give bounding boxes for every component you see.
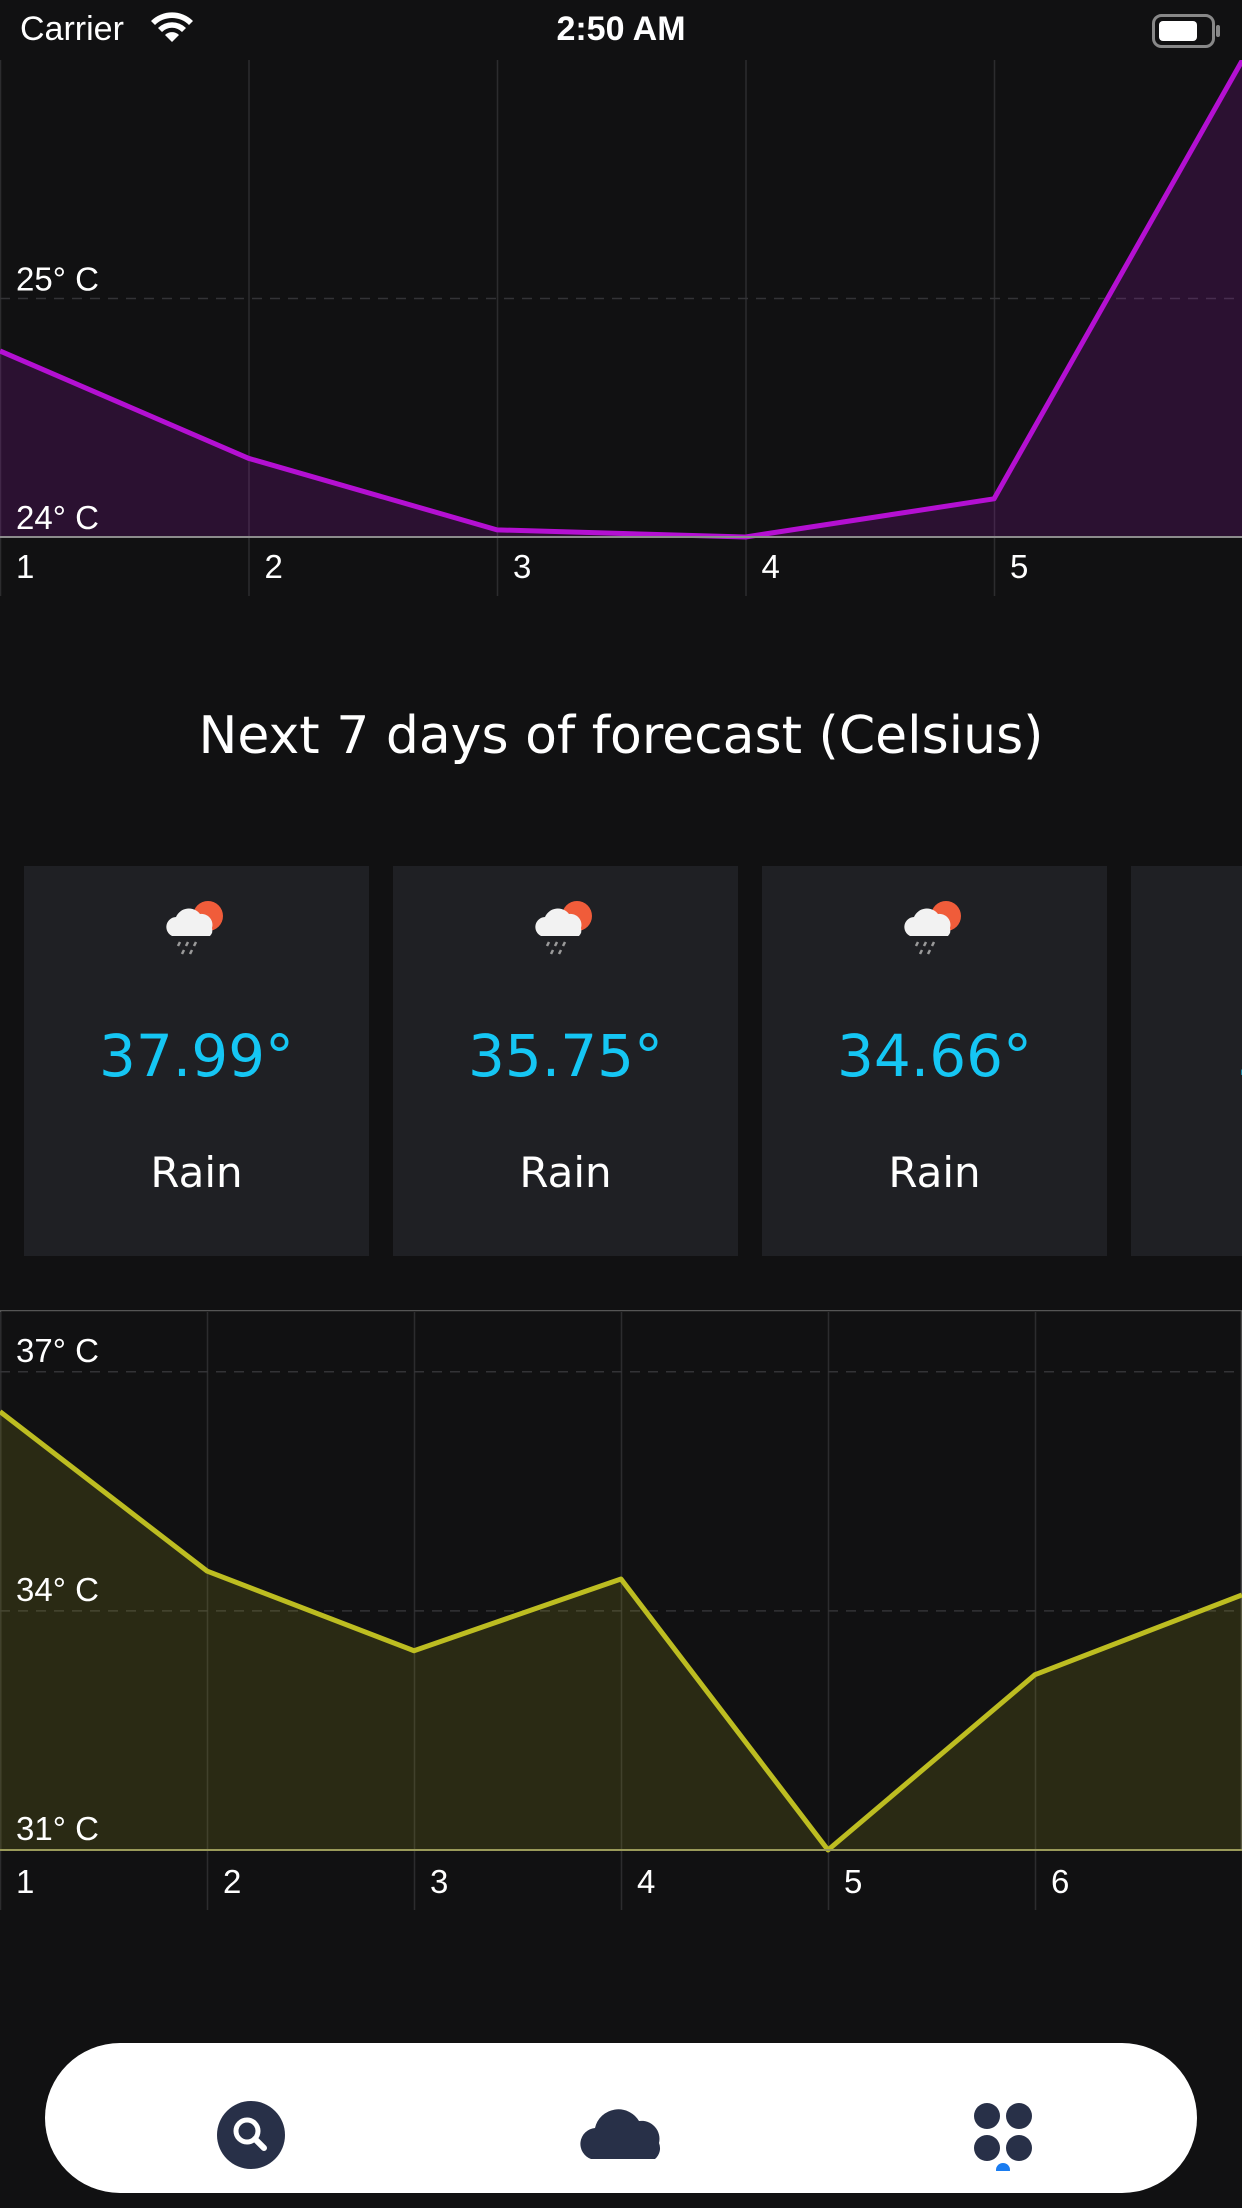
forecast-condition: Rain xyxy=(150,1148,243,1197)
search-icon xyxy=(217,2101,285,2169)
x-tick-label: 3 xyxy=(430,1863,448,1900)
x-tick-label: 1 xyxy=(16,548,34,585)
y-tick-label: 34° C xyxy=(16,1571,99,1608)
forecast-temp: 35.75° xyxy=(467,1022,664,1090)
forecast-card[interactable]: 37.99° Rain xyxy=(24,866,369,1256)
battery-icon xyxy=(1152,14,1222,53)
forecast-cards[interactable]: 37.99° Rain 35.75° Rain 34.66° Rain 3 xyxy=(0,866,1242,1256)
tab-more[interactable] xyxy=(953,2071,1053,2177)
cloud-rain-sun-icon xyxy=(160,894,230,963)
forecast-card[interactable]: 35.75° Rain xyxy=(393,866,738,1256)
tab-search[interactable] xyxy=(201,2071,301,2171)
daily-temperature-chart-svg: 31° C 34° C 37° C 1 2 3 4 5 6 xyxy=(0,1310,1242,1910)
forecast-card[interactable]: 3 xyxy=(1131,866,1242,1256)
y-tick-label: 31° C xyxy=(16,1810,99,1847)
hourly-temperature-chart: 24° C 25° C 1 2 3 4 5 xyxy=(0,60,1242,600)
y-tick-label: 25° C xyxy=(16,261,99,298)
dots-grid-icon xyxy=(974,2103,1032,2177)
forecast-title: Next 7 days of forecast (Celsius) xyxy=(198,706,1044,766)
cloud-icon xyxy=(580,2109,661,2159)
cloud-rain-sun-icon xyxy=(529,894,599,963)
status-bar: Carrier 2:50 AM xyxy=(0,0,1242,60)
cloud-rain-sun-icon xyxy=(898,894,968,963)
x-tick-label: 4 xyxy=(762,548,780,585)
forecast-temp: 37.99° xyxy=(98,1022,295,1090)
x-tick-label: 1 xyxy=(16,1863,34,1900)
active-indicator-dot xyxy=(996,2163,1010,2177)
x-tick-label: 4 xyxy=(637,1863,655,1900)
status-time: 2:50 AM xyxy=(556,10,686,48)
tab-bar xyxy=(45,2043,1197,2193)
forecast-card[interactable]: 34.66° Rain xyxy=(762,866,1107,1256)
hourly-temperature-chart-svg: 24° C 25° C 1 2 3 4 5 xyxy=(0,60,1242,596)
x-tick-label: 2 xyxy=(223,1863,241,1900)
tab-weather[interactable] xyxy=(575,2071,675,2171)
x-tick-label: 5 xyxy=(1010,548,1028,585)
x-tick-label: 3 xyxy=(513,548,531,585)
forecast-condition: Rain xyxy=(888,1148,981,1197)
forecast-temp: 34.66° xyxy=(836,1022,1033,1090)
forecast-temp: 3 xyxy=(1083,1022,1242,1090)
daily-temperature-chart: 31° C 34° C 37° C 1 2 3 4 5 6 xyxy=(0,1310,1242,1920)
y-tick-label: 24° C xyxy=(16,499,99,536)
forecast-condition: Rain xyxy=(519,1148,612,1197)
x-tick-label: 5 xyxy=(844,1863,862,1900)
y-tick-label: 37° C xyxy=(16,1332,99,1369)
x-tick-label: 6 xyxy=(1051,1863,1069,1900)
x-tick-label: 2 xyxy=(265,548,283,585)
